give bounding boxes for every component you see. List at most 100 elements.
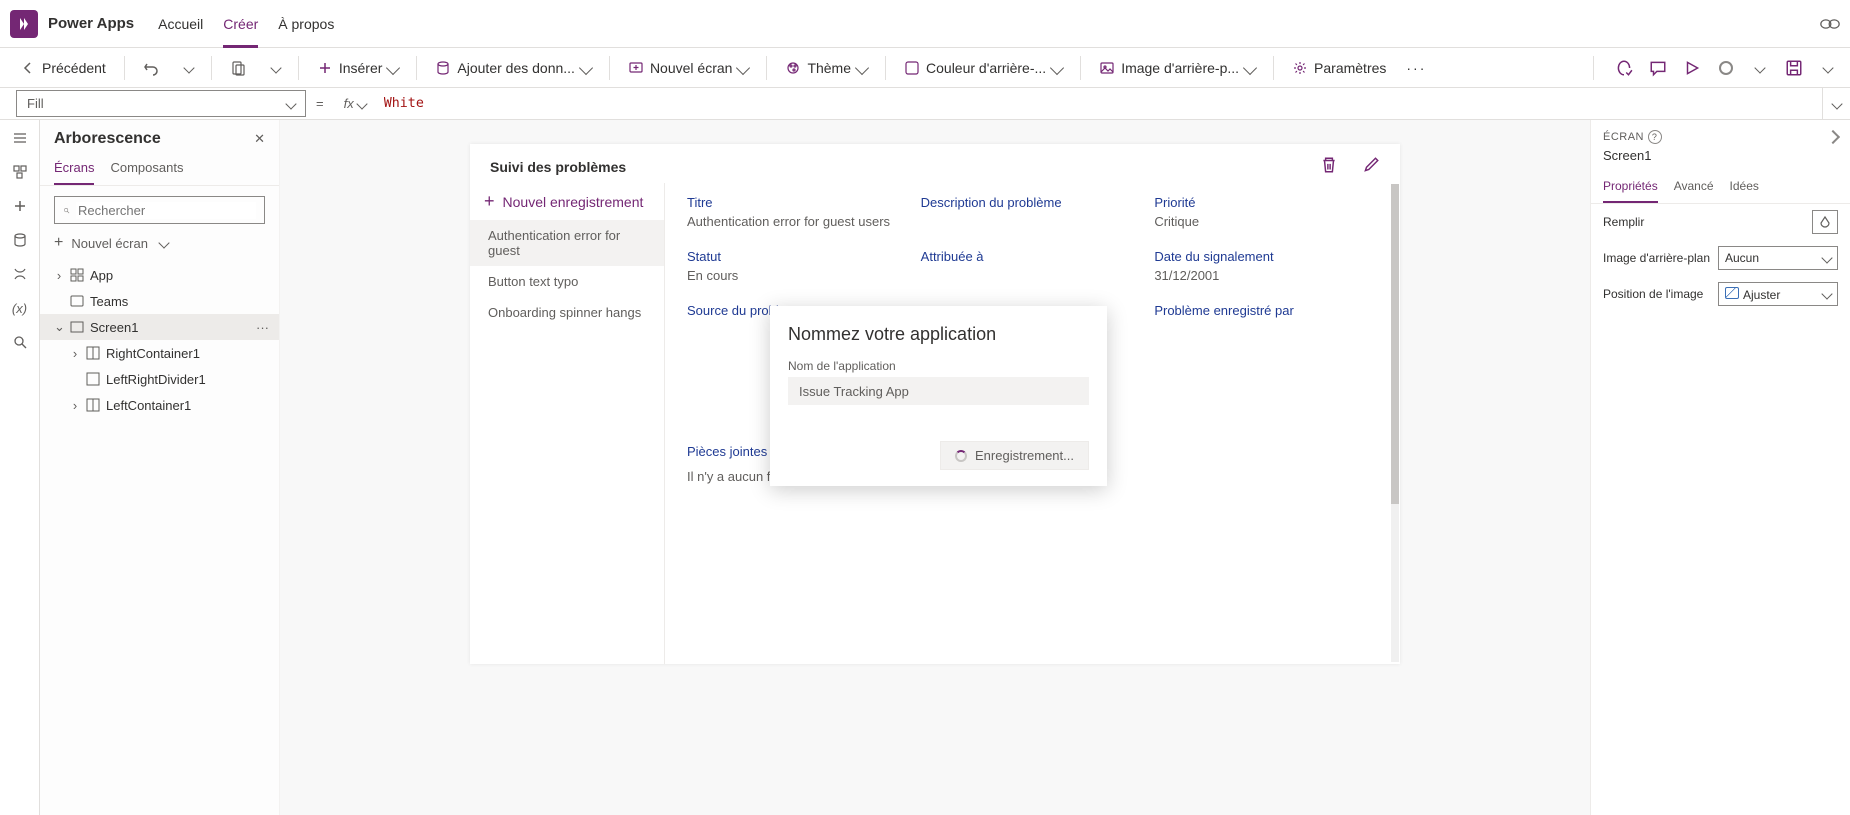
fill-color-picker[interactable] (1812, 210, 1838, 234)
canvas-title: Suivi des problèmes (490, 159, 626, 175)
spinner-icon (955, 450, 967, 462)
save-icon[interactable] (1784, 58, 1804, 78)
new-screen-button[interactable]: Nouvel écran (620, 56, 757, 80)
name-app-dialog: Nommez votre application Nom de l'applic… (770, 306, 1107, 486)
tree-node-teams[interactable]: Teams (40, 288, 279, 314)
app-logo-icon (10, 10, 38, 38)
bgimage-dropdown[interactable]: Aucun (1718, 246, 1838, 270)
edit-icon[interactable] (1362, 156, 1380, 177)
data-rail-icon[interactable] (10, 232, 30, 248)
theme-button[interactable]: Thème (777, 56, 875, 80)
save-button[interactable]: Enregistrement... (940, 441, 1089, 470)
prop-tab-ideas[interactable]: Idées (1730, 171, 1759, 203)
variables-rail-icon[interactable]: (x) (10, 300, 30, 316)
tree-node-right-container[interactable]: › RightContainer1 (40, 340, 279, 366)
imgpos-dropdown[interactable]: Ajuster (1718, 282, 1838, 306)
record-split[interactable] (1750, 58, 1770, 78)
tree-search-input[interactable] (76, 202, 256, 219)
tree-new-screen[interactable]: + Nouvel écran (40, 230, 279, 258)
prop-tab-advanced[interactable]: Avancé (1674, 171, 1714, 203)
theme-label: Thème (807, 60, 851, 76)
formula-expand-button[interactable] (1822, 88, 1850, 119)
search-rail-icon[interactable] (10, 334, 30, 350)
collapse-panel-icon[interactable] (1826, 130, 1840, 144)
label-assignee: Attribuée à (921, 243, 1145, 264)
prop-section-label: ÉCRAN (1603, 131, 1644, 143)
back-label: Précédent (42, 60, 106, 76)
settings-button[interactable]: Paramètres (1284, 56, 1394, 80)
property-dropdown[interactable]: Fill (16, 90, 306, 117)
top-nav: Accueil Créer À propos (148, 0, 344, 48)
prop-screen-name: Screen1 (1591, 146, 1850, 171)
command-bar: Précédent Insérer Ajouter des donn... No… (0, 48, 1850, 88)
prop-tab-properties[interactable]: Propriétés (1603, 171, 1658, 203)
image-icon (1725, 287, 1739, 299)
prop-bgimage-label: Image d'arrière-plan (1603, 251, 1710, 265)
prop-imgpos-label: Position de l'image (1603, 287, 1703, 301)
bg-color-button[interactable]: Couleur d'arrière-... (896, 56, 1070, 80)
tree-title: Arborescence (54, 130, 161, 148)
container-icon (86, 346, 100, 360)
tab-components[interactable]: Composants (110, 152, 183, 185)
canvas-scrollbar[interactable] (1391, 184, 1399, 662)
list-item[interactable]: Authentication error for guest (470, 220, 664, 266)
back-button[interactable]: Précédent (12, 56, 114, 80)
paste-button[interactable] (222, 56, 260, 80)
tab-screens[interactable]: Écrans (54, 152, 94, 185)
value-priorite: Critique (1154, 214, 1378, 239)
container-icon (86, 398, 100, 412)
hamburger-icon[interactable] (10, 130, 30, 146)
tree-search[interactable] (54, 196, 265, 224)
screen-icon (70, 320, 84, 334)
label-titre: Titre (687, 189, 911, 210)
undo-button[interactable] (135, 56, 173, 80)
paste-split[interactable] (264, 60, 288, 76)
tree-node-left-container[interactable]: › LeftContainer1 (40, 392, 279, 418)
insert-label: Insérer (339, 60, 383, 76)
list-item[interactable]: Button text typo (470, 266, 664, 297)
label-statut: Statut (687, 243, 911, 264)
record-icon[interactable] (1716, 58, 1736, 78)
undo-split[interactable] (177, 60, 201, 76)
app-canvas[interactable]: Suivi des problèmes + Nouvel enregistrem… (470, 144, 1400, 664)
media-rail-icon[interactable] (10, 266, 30, 282)
link-icon[interactable] (1820, 14, 1840, 34)
insert-rail-icon[interactable] (10, 198, 30, 214)
new-record-button[interactable]: + Nouvel enregistrement (470, 183, 664, 220)
comment-icon[interactable] (1648, 58, 1668, 78)
property-name: Fill (27, 96, 44, 111)
nav-accueil[interactable]: Accueil (148, 0, 213, 48)
tree-icon[interactable] (10, 164, 30, 180)
help-icon[interactable]: ? (1648, 130, 1662, 144)
delete-icon[interactable] (1320, 156, 1338, 177)
label-priorite: Priorité (1154, 189, 1378, 210)
formula-input[interactable] (376, 88, 1822, 119)
fx-button[interactable]: fx (334, 88, 376, 119)
tree-panel: Arborescence ✕ Écrans Composants + Nouve… (40, 120, 280, 815)
value-date: 31/12/2001 (1154, 268, 1378, 293)
insert-button[interactable]: Insérer (309, 56, 407, 80)
overflow-button[interactable]: ··· (1398, 56, 1434, 80)
properties-panel: ÉCRAN ? Screen1 Propriétés Avancé Idées … (1590, 120, 1850, 815)
bg-image-button[interactable]: Image d'arrière-p... (1091, 56, 1263, 80)
tree-node-more[interactable]: ··· (256, 320, 269, 335)
checker-icon[interactable] (1614, 58, 1634, 78)
nav-creer[interactable]: Créer (213, 0, 268, 48)
equals-sign: = (306, 88, 334, 119)
top-bar: Power Apps Accueil Créer À propos (0, 0, 1850, 48)
save-split[interactable] (1818, 58, 1838, 78)
app-icon (70, 268, 84, 282)
close-icon[interactable]: ✕ (254, 131, 265, 147)
bg-image-label: Image d'arrière-p... (1121, 60, 1239, 76)
dialog-field-label: Nom de l'application (788, 359, 1089, 373)
tree-node-app[interactable]: › App (40, 262, 279, 288)
play-icon[interactable] (1682, 58, 1702, 78)
teams-icon (70, 294, 84, 308)
tree-node-screen1[interactable]: ⌄ Screen1 ··· (40, 314, 279, 340)
add-data-button[interactable]: Ajouter des donn... (427, 56, 599, 80)
tree-node-divider[interactable]: LeftRightDivider1 (40, 366, 279, 392)
list-item[interactable]: Onboarding spinner hangs (470, 297, 664, 328)
formula-bar: Fill = fx (0, 88, 1850, 120)
app-name-input[interactable] (788, 377, 1089, 405)
nav-apropos[interactable]: À propos (268, 0, 344, 48)
